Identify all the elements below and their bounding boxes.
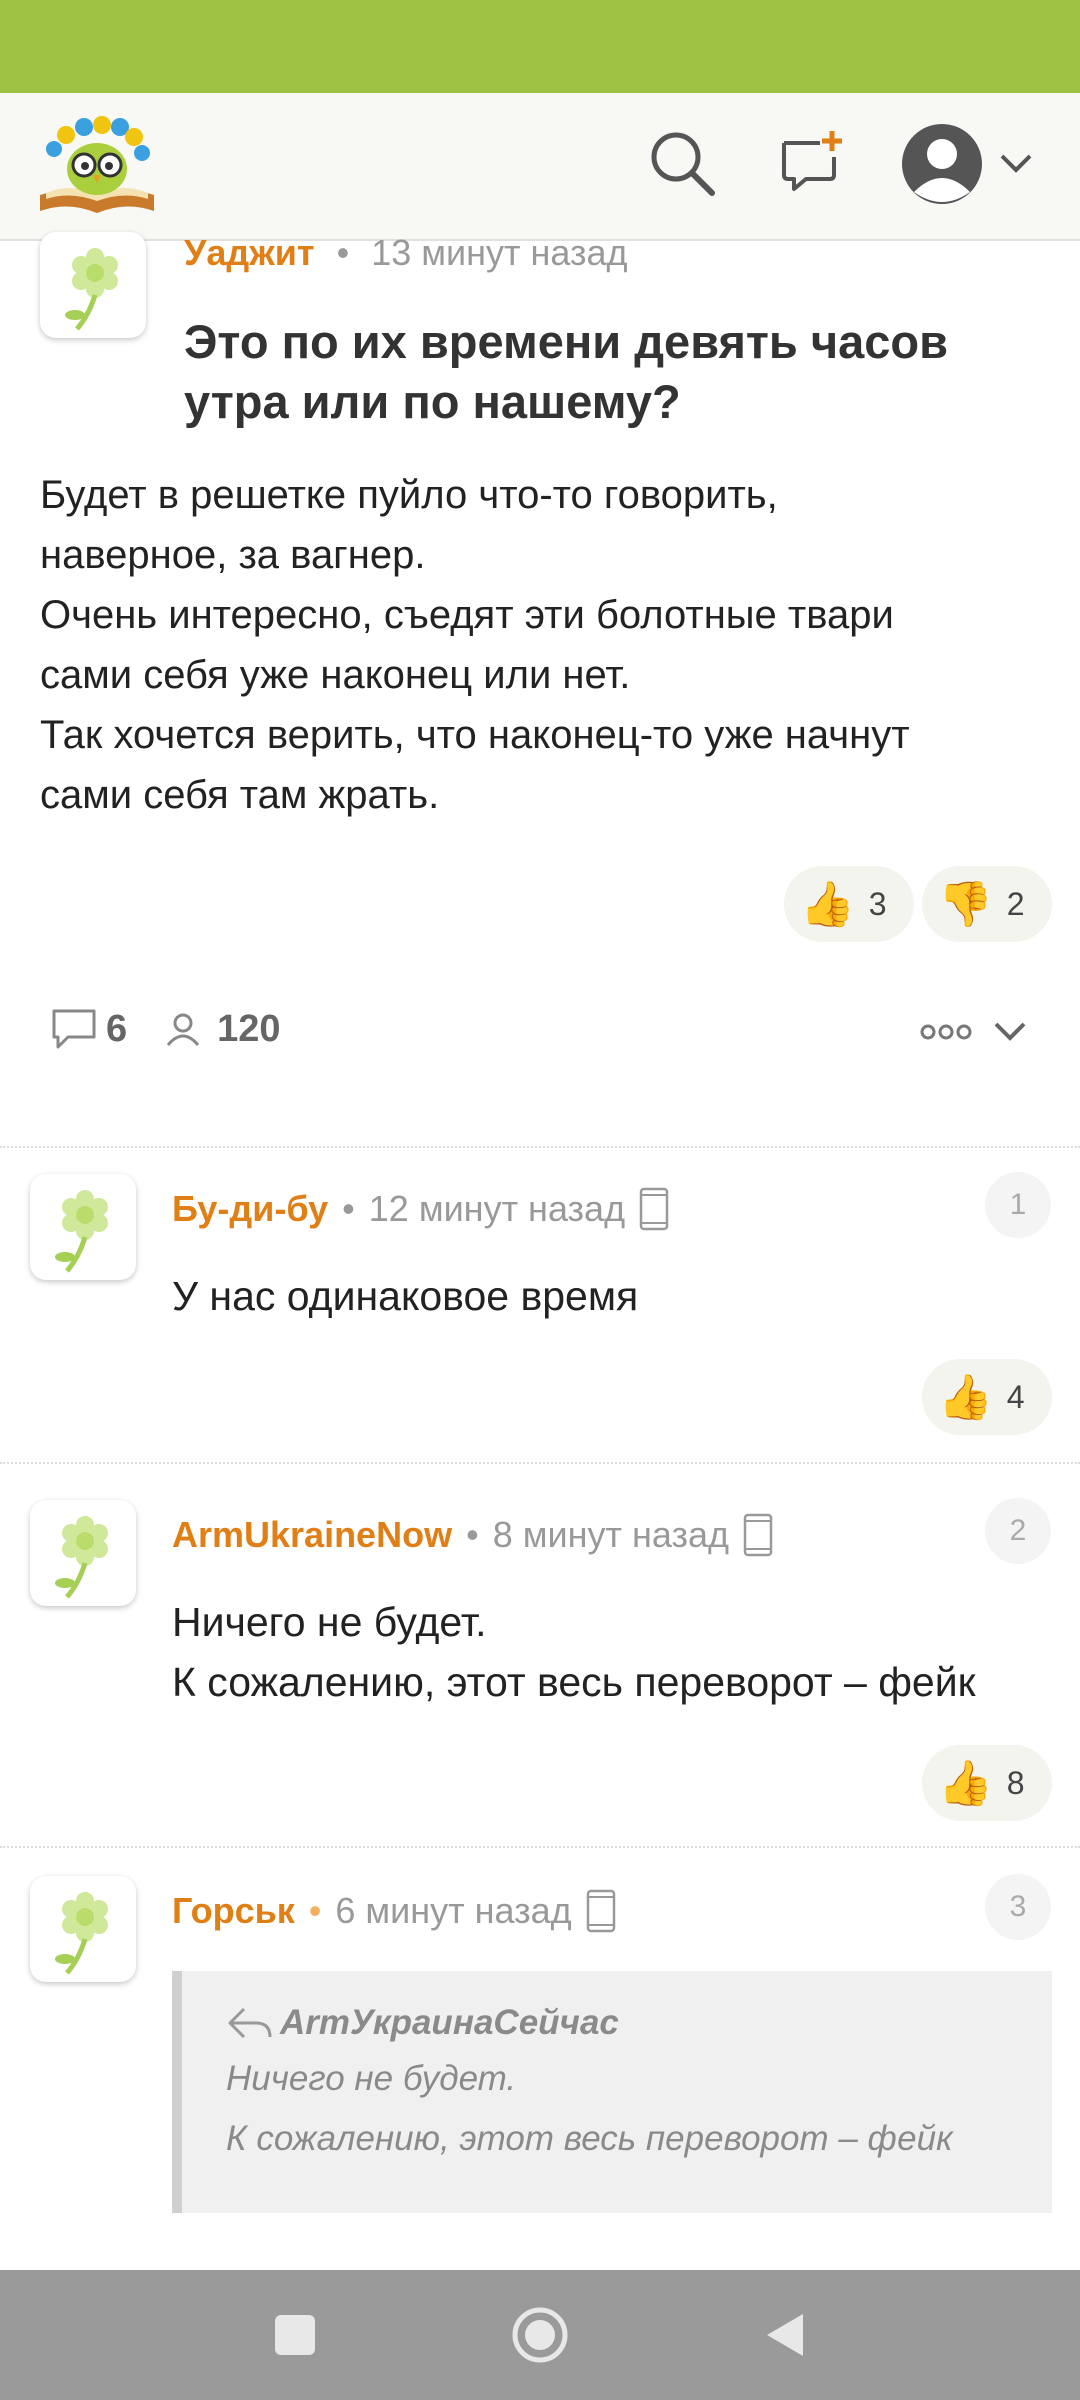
post-body: Будет в решетке пуйло что-то говорить, н… <box>40 465 1050 825</box>
views-count: 120 <box>217 1007 281 1050</box>
comment-meta: Бу-ди-бу • 12 минут назад <box>172 1182 669 1236</box>
collapse-chevron-icon[interactable] <box>990 1012 1030 1057</box>
post-body-line: Будет в решетке пуйло что-то говорить, <box>40 473 778 517</box>
thumbs-up-icon: 👍 <box>800 880 855 929</box>
meta-separator: • <box>342 1188 355 1229</box>
avatar[interactable] <box>30 1174 136 1280</box>
comment-number-badge[interactable]: 3 <box>985 1874 1051 1940</box>
post-author[interactable]: Уаджит <box>184 232 315 273</box>
meta-separator: • <box>336 232 350 273</box>
comment-line: Ничего не будет. <box>172 1599 487 1645</box>
comment-time: 6 минут назад <box>335 1890 572 1931</box>
comment-line: К сожалению, этот весь переворот – фейк <box>172 1659 976 1705</box>
comment-author[interactable]: ArmUkraineNow <box>172 1514 452 1556</box>
profile-menu[interactable] <box>900 119 1040 209</box>
post-body-line: сами себя уже наконец или нет. <box>40 653 631 697</box>
quote-line: Ничего не будет. <box>226 2059 517 2098</box>
reply-arrow-icon <box>228 2007 272 2039</box>
avatar[interactable] <box>30 1500 136 1606</box>
comments-count[interactable]: 6 <box>106 1008 127 1051</box>
search-icon[interactable] <box>642 123 722 203</box>
comment-time: 8 минут назад <box>492 1514 729 1555</box>
status-bar <box>0 0 1080 93</box>
avatar[interactable] <box>40 232 146 338</box>
like-button[interactable]: 👍 3 <box>784 866 914 942</box>
comment-text: У нас одинаковое время <box>172 1266 638 1326</box>
square-icon <box>275 2315 315 2355</box>
dislike-button[interactable]: 👎 2 <box>922 866 1052 942</box>
quote-header: АrmУкраинаСейчас <box>226 1997 1052 2049</box>
comment-number-badge[interactable]: 1 <box>985 1172 1051 1238</box>
profile-avatar-icon <box>902 124 982 204</box>
like-count: 3 <box>868 885 887 922</box>
chevron-down-icon <box>1000 154 1032 173</box>
comment-author[interactable]: Бу-ди-бу <box>172 1188 328 1230</box>
comment-time: 12 минут назад <box>368 1188 626 1229</box>
post-body-line: наверное, за вагнер. <box>40 533 426 577</box>
comment-icon <box>52 1009 96 1049</box>
post-stats: 6 120 <box>50 1005 281 1053</box>
divider <box>0 1146 1080 1148</box>
avatar[interactable] <box>30 1876 136 1982</box>
top-app-bar <box>0 93 1080 241</box>
like-button[interactable]: 👍 8 <box>922 1745 1052 1821</box>
like-count: 4 <box>1006 1378 1025 1415</box>
comment-meta: Горськ • 6 минут назад <box>172 1884 616 1938</box>
mobile-device-icon <box>639 1187 669 1231</box>
views-icon <box>166 1013 200 1046</box>
triangle-back-icon <box>767 2314 803 2356</box>
post-body-line: Очень интересно, съедят эти болотные тва… <box>40 593 894 637</box>
meta-separator: • <box>308 1890 322 1931</box>
like-button[interactable]: 👍 4 <box>922 1359 1052 1435</box>
thumbs-up-icon: 👍 <box>938 1373 993 1422</box>
new-post-icon[interactable] <box>772 123 852 203</box>
like-count: 8 <box>1006 1764 1025 1801</box>
more-options-icon[interactable] <box>918 1012 974 1057</box>
divider <box>0 1846 1080 1848</box>
mobile-device-icon <box>586 1889 615 1933</box>
dislike-count: 2 <box>1006 885 1025 922</box>
post-title[interactable]: Это по их времени девять часов утра или … <box>184 312 1034 432</box>
circle-icon <box>512 2307 568 2363</box>
comment-meta: ArmUkraineNow • 8 минут назад <box>172 1508 773 1562</box>
comment-number-badge[interactable]: 2 <box>985 1498 1051 1564</box>
mobile-device-icon <box>743 1513 773 1557</box>
system-nav-bar <box>0 2270 1080 2400</box>
recents-button[interactable] <box>255 2295 335 2375</box>
post-body-line: сами себя там жрать. <box>40 773 440 817</box>
owl-book-logo[interactable] <box>34 113 160 217</box>
thumbs-up-icon: 👍 <box>938 1759 993 1808</box>
quote-line: К сожалению, этот весь переворот – фейк <box>226 2119 953 2158</box>
meta-separator: • <box>466 1514 479 1555</box>
thumbs-down-icon: 👎 <box>938 880 993 929</box>
quoted-comment[interactable]: АrmУкраинаСейчас Ничего не будет. К сожа… <box>172 1971 1052 2213</box>
divider <box>0 1462 1080 1464</box>
back-button[interactable] <box>745 2295 825 2375</box>
comment-text: Ничего не будет. К сожалению, этот весь … <box>172 1592 976 1712</box>
post-meta: Уаджит • 13 минут назад <box>184 232 628 274</box>
post-time: 13 минут назад <box>371 232 628 273</box>
comment-line: У нас одинаковое время <box>172 1273 639 1319</box>
home-button[interactable] <box>500 2295 580 2375</box>
comment-author[interactable]: Горськ <box>172 1890 295 1932</box>
quote-author: АrmУкраинаСейчас <box>280 2003 619 2042</box>
post-body-line: Так хочется верить, что наконец-то уже н… <box>40 713 910 757</box>
